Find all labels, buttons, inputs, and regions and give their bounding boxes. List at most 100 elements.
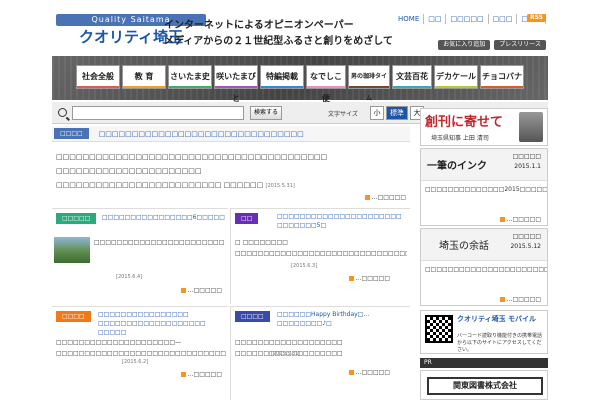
read-more-link[interactable]: …□□□□□: [181, 371, 222, 378]
ink-label: □□□□□: [512, 153, 541, 160]
tagline-primary: インターネットによるオピニオンペーパー: [164, 20, 354, 31]
topnav-item-2[interactable]: □□: [424, 14, 447, 24]
read-more-link[interactable]: …□□□□□: [500, 296, 541, 303]
category-badge[interactable]: □□□□: [235, 311, 270, 322]
ink-title: 一筆のインク: [427, 161, 487, 172]
souken-banner[interactable]: 創刊に寄せて 埼玉県知事 上田 清司: [420, 108, 548, 146]
nav-item-coffee[interactable]: 男の珈琲タイム: [348, 65, 390, 102]
nav-label: 社会全般: [82, 72, 114, 81]
font-size-label: 文字サイズ: [328, 111, 358, 118]
featured-article-title[interactable]: □□□□□□□□□□□□□□□□□□□□□□□□□□□□□□□: [99, 130, 304, 138]
article-title[interactable]: □□□□□□□□□□□□□□□□□□□□□□ □□□□□□□5□: [277, 212, 407, 230]
article-card: □□ □□□□□□□□□□□□□□□□□□□□□□ □□□□□□□5□ □ □□…: [230, 208, 410, 304]
press-release-button[interactable]: プレスリリース: [494, 40, 546, 50]
article-thumbnail[interactable]: [54, 237, 90, 263]
article-card: □□□□□ □□□□□□□□□□□□□□□□6□□□□□ □□□□□□□□□□□…: [52, 208, 228, 304]
article-date: [2015.6.4]: [116, 274, 143, 280]
featured-body-text: □□□□□□□□□□□□□□□□□□□□□□□□□ □□□□□□: [56, 181, 264, 189]
article-title[interactable]: □□□□□□Happy Birthday□…□□□□□□□□♪□: [277, 310, 407, 328]
read-more-link[interactable]: …□□□□□: [500, 216, 541, 223]
souken-title: 創刊に寄せて: [425, 115, 504, 130]
yoyo-date: 2015.5.12: [510, 243, 541, 250]
font-size-small-button[interactable]: 小: [370, 106, 384, 120]
article-card: □□□□ □□□□□□Happy Birthday□…□□□□□□□□♪□ □□…: [230, 306, 410, 400]
featured-article-body: □□□□□□□□□□□□□□□□□□□□□□□□□□□□□□□□□□□□□□□□…: [52, 142, 410, 193]
read-more-label: …□□□□□: [506, 296, 541, 303]
category-badge[interactable]: □□□□: [54, 128, 89, 139]
ink-excerpt: □□□□□□□□□□□□□□2015□□□□□□□□□□□□□□□□□□□□□□…: [425, 186, 547, 193]
tagline-secondary: メディアからの２１世紀型ふるさと創りをめざして: [164, 36, 393, 47]
yoyo-label: □□□□□: [512, 233, 541, 240]
article-date: [2015.5.31]: [271, 351, 301, 357]
yoyo-excerpt: □□□□□□□□□□□□□□□□□□□□□□□□□□□□□□□□□□GO□□□□…: [425, 266, 547, 273]
nav-item-nadeshiko[interactable]: なでしこ便: [306, 65, 346, 103]
category-badge[interactable]: □□: [235, 213, 259, 224]
article-excerpt: □□□□□□□□□□□□□□□□□□□ □□□□□□□□□□□□□□□□□□□ …: [235, 339, 343, 357]
read-more-link[interactable]: …□□□□□: [349, 369, 390, 376]
nav-item-education[interactable]: 教 育: [122, 65, 166, 89]
search-icon: [58, 108, 67, 117]
bookmark-button[interactable]: お気に入り追加: [438, 40, 491, 50]
nav-item-literature[interactable]: 文芸百花: [392, 65, 432, 89]
read-more-link[interactable]: …□□□□□: [181, 287, 222, 294]
topnav-item-3[interactable]: □□□□□: [446, 14, 489, 24]
nav-label: さいたま史: [170, 72, 210, 81]
qr-code: [425, 315, 453, 343]
article-date: [2015.5.31]: [265, 183, 295, 189]
category-navigation: 社会全般 教 育 さいたま史 咲いたまびと 特編掲載 なでしこ便 男の珈琲タイム…: [52, 56, 548, 103]
nav-item-special[interactable]: 特編掲載: [260, 65, 304, 89]
search-input[interactable]: [72, 106, 244, 120]
sponsor-banner[interactable]: 関東図書株式会社: [420, 370, 548, 400]
font-size-normal-button[interactable]: 標準: [386, 106, 408, 120]
sidebar: 創刊に寄せて 埼玉県知事 上田 清司 一筆のインク □□□□□ 2015.1.1…: [420, 108, 548, 400]
article-card: □□□□ □□□□□□□□□□□□□□□□ □□□□□□□□□□□□□□□□□□…: [52, 306, 228, 400]
nav-item-people[interactable]: 咲いたまびと: [214, 65, 258, 103]
featured-article-header: □□□□ □□□□□□□□□□□□□□□□□□□□□□□□□□□□□□□: [52, 126, 410, 142]
read-more-label: …□□□□□: [187, 371, 222, 378]
nav-label: 特編掲載: [266, 72, 298, 81]
header-sub-buttons: お気に入り追加 プレスリリース: [438, 40, 546, 50]
rss-icon[interactable]: RSS: [527, 14, 546, 22]
category-badge[interactable]: □□□□□: [56, 213, 97, 224]
top-navigation: HOME □□ □□□□□ □□□ □□□: [394, 14, 547, 24]
read-more-link[interactable]: …□□□□□: [349, 275, 390, 282]
mobile-title: クオリティ埼玉 モバイル: [457, 315, 537, 323]
governor-photo: [519, 112, 543, 142]
nav-item-outings[interactable]: デカケール: [434, 65, 478, 89]
nav-label: 文芸百花: [396, 72, 428, 81]
site-header: Quality Saitama クオリティ埼玉 インターネットによるオピニオンペ…: [52, 10, 548, 54]
featured-body-line1: □□□□□□□□□□□□□□□□□□□□□□□□□□□□□□□□□□□□□□□□…: [56, 153, 328, 175]
topnav-home[interactable]: HOME: [394, 14, 425, 24]
featured-body-line2: □□□□□□□□□□□□□□□□□□□□□□□□□ □□□□□□ [2015.5…: [56, 178, 406, 193]
read-more-link[interactable]: …□□□□□: [365, 194, 406, 201]
article-date: [2015.6.3]: [291, 263, 318, 269]
nav-item-history[interactable]: さいたま史: [168, 65, 212, 89]
main-content: □□□□ □□□□□□□□□□□□□□□□□□□□□□□□□□□□□□□ □□□…: [52, 126, 410, 400]
nav-item-social[interactable]: 社会全般: [76, 65, 120, 89]
souken-subtitle: 埼玉県知事 上田 清司: [431, 135, 489, 142]
category-badge[interactable]: □□□□: [56, 311, 91, 322]
mobile-box[interactable]: クオリティ埼玉 モバイル バーコード読取り機能付きの携帯電話から以下のサイトにア…: [420, 310, 548, 354]
ink-header[interactable]: 一筆のインク □□□□□ 2015.1.1: [421, 149, 547, 181]
read-more-label: …□□□□□: [187, 287, 222, 294]
nav-item-chokobana[interactable]: チョコバナ: [480, 65, 524, 89]
pr-header: PR: [420, 358, 548, 368]
yoyo-header[interactable]: 埼玉の余話 □□□□□ 2015.5.12: [421, 229, 547, 261]
ink-column: 一筆のインク □□□□□ 2015.1.1 □□□□□□□□□□□□□□2015…: [420, 148, 548, 226]
topnav-item-4[interactable]: □□□: [489, 14, 518, 24]
read-more-label: …□□□□□: [506, 216, 541, 223]
mobile-text: バーコード読取り機能付きの携帯電話から以下のサイトにアクセスしてください。: [457, 333, 543, 353]
article-excerpt: □ □□□□□□□□ □□□□□□□□□□□□□□□□□□□□□□□□□□□□□…: [235, 239, 407, 257]
article-title[interactable]: □□□□□□□□□□□□□□□□ □□□□□□□□□□□□□□□□□□□ □□□…: [98, 310, 226, 337]
search-button[interactable]: 検索する: [250, 106, 282, 120]
read-more-label: …□□□□□: [355, 275, 390, 282]
nav-label: チョコバナ: [482, 72, 522, 81]
article-title[interactable]: □□□□□□□□□□□□□□□□6□□□□□: [102, 214, 225, 221]
read-more-label: …□□□□□: [355, 369, 390, 376]
yoyo-title: 埼玉の余話: [439, 241, 489, 252]
nav-label: 教 育: [134, 72, 154, 81]
yoyo-column: 埼玉の余話 □□□□□ 2015.5.12 □□□□□□□□□□□□□□□□□□…: [420, 228, 548, 306]
read-more-label: …□□□□□: [371, 194, 406, 201]
article-date: [2015.6.2]: [122, 359, 149, 365]
sponsor-logo: 関東図書株式会社: [427, 377, 543, 395]
